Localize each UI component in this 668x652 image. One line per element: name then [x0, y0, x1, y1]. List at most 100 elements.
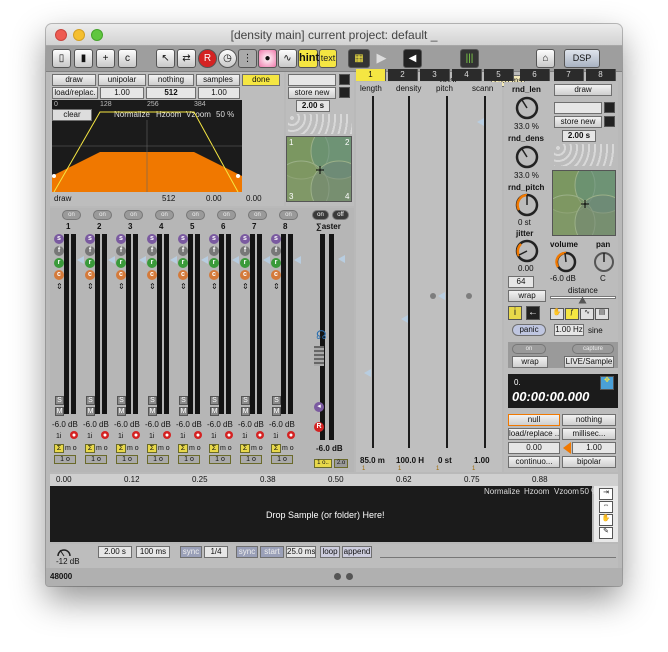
- solo-button[interactable]: S: [148, 396, 157, 405]
- millisec-select[interactable]: millisec...: [562, 428, 616, 440]
- pitch-value[interactable]: 0 st: [438, 456, 452, 466]
- master-out2-button[interactable]: 2.o: [334, 459, 348, 468]
- reorder-icon[interactable]: ⇕: [149, 282, 156, 292]
- channel-fader-handle[interactable]: [294, 256, 301, 264]
- store-new-button[interactable]: store new: [288, 87, 336, 99]
- solo-button[interactable]: S: [241, 396, 250, 405]
- channel-fader-handle[interactable]: [170, 256, 177, 264]
- reorder-icon[interactable]: ⇕: [56, 282, 63, 292]
- master-out-button[interactable]: 1 o..: [314, 459, 332, 468]
- solo-button[interactable]: S: [179, 396, 188, 405]
- send-c-button[interactable]: c: [209, 270, 219, 280]
- param-tab-3[interactable]: 3: [420, 69, 450, 81]
- bottom-dur1[interactable]: 2.00 s: [98, 546, 132, 558]
- volume-knob[interactable]: [554, 250, 578, 274]
- channel-mic-icon[interactable]: ●: [287, 431, 295, 439]
- gain-value[interactable]: -12 dB: [56, 557, 80, 567]
- draw-button[interactable]: draw: [52, 74, 96, 86]
- channel-fader-handle[interactable]: [108, 256, 115, 264]
- scann-slider-handle[interactable]: [477, 118, 484, 126]
- zoom-window-button[interactable]: [91, 29, 103, 41]
- sample-normalize[interactable]: Normalize: [484, 487, 520, 497]
- send-c-button[interactable]: c: [178, 270, 188, 280]
- panic-button[interactable]: panic: [512, 324, 546, 336]
- ratio-select[interactable]: 1/4: [204, 546, 228, 558]
- channel-mono[interactable]: m o: [282, 444, 294, 454]
- scann-value[interactable]: 1.00: [474, 456, 490, 466]
- reorder-icon[interactable]: ⇕: [242, 282, 249, 292]
- sample-hzoom[interactable]: Hzoom: [524, 487, 549, 497]
- copy-icon[interactable]: c: [118, 49, 137, 68]
- rnd-dens-knob[interactable]: [514, 144, 540, 170]
- channel-mic-icon[interactable]: ●: [132, 431, 140, 439]
- right-xy-pad[interactable]: [552, 170, 616, 236]
- channel-level[interactable]: -6.0 dB: [176, 420, 202, 430]
- lock-icon[interactable]: [339, 87, 350, 98]
- channel-mic-icon[interactable]: ●: [194, 431, 202, 439]
- channel-out-button[interactable]: 1 o: [271, 455, 293, 464]
- transport-move-icon[interactable]: ✥: [600, 376, 614, 390]
- length-value[interactable]: 85.0 m: [360, 456, 385, 466]
- close-window-button[interactable]: [55, 29, 67, 41]
- channel-fader-handle[interactable]: [77, 256, 84, 264]
- param-tab-1[interactable]: 1: [356, 69, 386, 81]
- send-c-button[interactable]: c: [116, 270, 126, 280]
- sync-button[interactable]: sync: [180, 546, 202, 558]
- channel-mic-icon[interactable]: ●: [101, 431, 109, 439]
- channel-mono[interactable]: m o: [220, 444, 232, 454]
- xy-pad[interactable]: 1 2 3 4: [286, 136, 352, 202]
- voices-field[interactable]: 64: [508, 276, 534, 288]
- play-icon[interactable]: ▶: [372, 49, 391, 68]
- value-field-b[interactable]: 1.00: [198, 87, 240, 99]
- channel-mic-icon[interactable]: ●: [70, 431, 78, 439]
- unipolar-select[interactable]: unipolar: [98, 74, 146, 86]
- sample-drop-zone[interactable]: Normalize Hzoom Vzoom 50 % Drop Sample (…: [50, 486, 598, 542]
- channel-level[interactable]: -6.0 dB: [207, 420, 233, 430]
- clock-icon[interactable]: ◷: [218, 49, 237, 68]
- lfo-hand-icon[interactable]: ✋: [550, 308, 564, 320]
- channel-level[interactable]: -6.0 dB: [114, 420, 140, 430]
- density-slider-handle[interactable]: [401, 315, 408, 323]
- master-on-button[interactable]: on: [312, 210, 329, 220]
- loop-button[interactable]: loop: [320, 546, 340, 558]
- range-min-field[interactable]: 0.00: [508, 442, 560, 454]
- send-r-button[interactable]: r: [54, 258, 64, 268]
- scann-slider-track[interactable]: [484, 96, 486, 448]
- back-icon[interactable]: ◀: [403, 49, 422, 68]
- pitch-slider-track[interactable]: [446, 96, 448, 448]
- rnd-dens-value[interactable]: 33.0 %: [514, 171, 539, 181]
- speaker-icon[interactable]: ◂: [314, 402, 324, 412]
- channel-sum-icon[interactable]: Σ: [54, 444, 64, 453]
- minimize-window-button[interactable]: [73, 29, 85, 41]
- arrow-left-icon[interactable]: ←: [526, 306, 540, 320]
- channel-on-button[interactable]: on: [124, 210, 143, 220]
- rnd-len-value[interactable]: 33.0 %: [514, 122, 539, 132]
- channel-level[interactable]: -6.0 dB: [269, 420, 295, 430]
- channel-out-button[interactable]: 1 o: [116, 455, 138, 464]
- solo-button[interactable]: S: [55, 396, 64, 405]
- continuous-select[interactable]: continuo...: [508, 456, 560, 468]
- lfo-shape-select[interactable]: sine: [588, 326, 603, 336]
- channel-out-button[interactable]: 1 o: [209, 455, 231, 464]
- value-field-a[interactable]: 1.00: [100, 87, 144, 99]
- live-sample-button[interactable]: LIVE/Sample: [564, 356, 614, 368]
- scrub-timeline[interactable]: [380, 548, 616, 558]
- channel-level[interactable]: -6.0 dB: [83, 420, 109, 430]
- send-s-button[interactable]: s: [240, 234, 250, 244]
- bottom-ms-field[interactable]: 25.0 ms: [286, 546, 316, 558]
- param-tab-7[interactable]: 7: [554, 69, 584, 81]
- bipolar-select[interactable]: bipolar: [562, 456, 616, 468]
- channel-sum-icon[interactable]: Σ: [240, 444, 250, 453]
- hint-button[interactable]: hint: [298, 49, 319, 68]
- bottom-dur2[interactable]: 100 ms: [136, 546, 170, 558]
- samples-select[interactable]: samples: [196, 74, 240, 86]
- channel-mic-icon[interactable]: ●: [256, 431, 264, 439]
- pitch-slider-handle[interactable]: [438, 292, 445, 300]
- right-nothing-select[interactable]: nothing: [562, 414, 616, 426]
- mute-button[interactable]: M: [210, 407, 219, 416]
- channel-out-button[interactable]: 1 o: [54, 455, 76, 464]
- new-file-icon[interactable]: ▯: [52, 49, 71, 68]
- send-c-button[interactable]: c: [54, 270, 64, 280]
- master-level[interactable]: -6.0 dB: [316, 444, 343, 454]
- send-c-button[interactable]: c: [85, 270, 95, 280]
